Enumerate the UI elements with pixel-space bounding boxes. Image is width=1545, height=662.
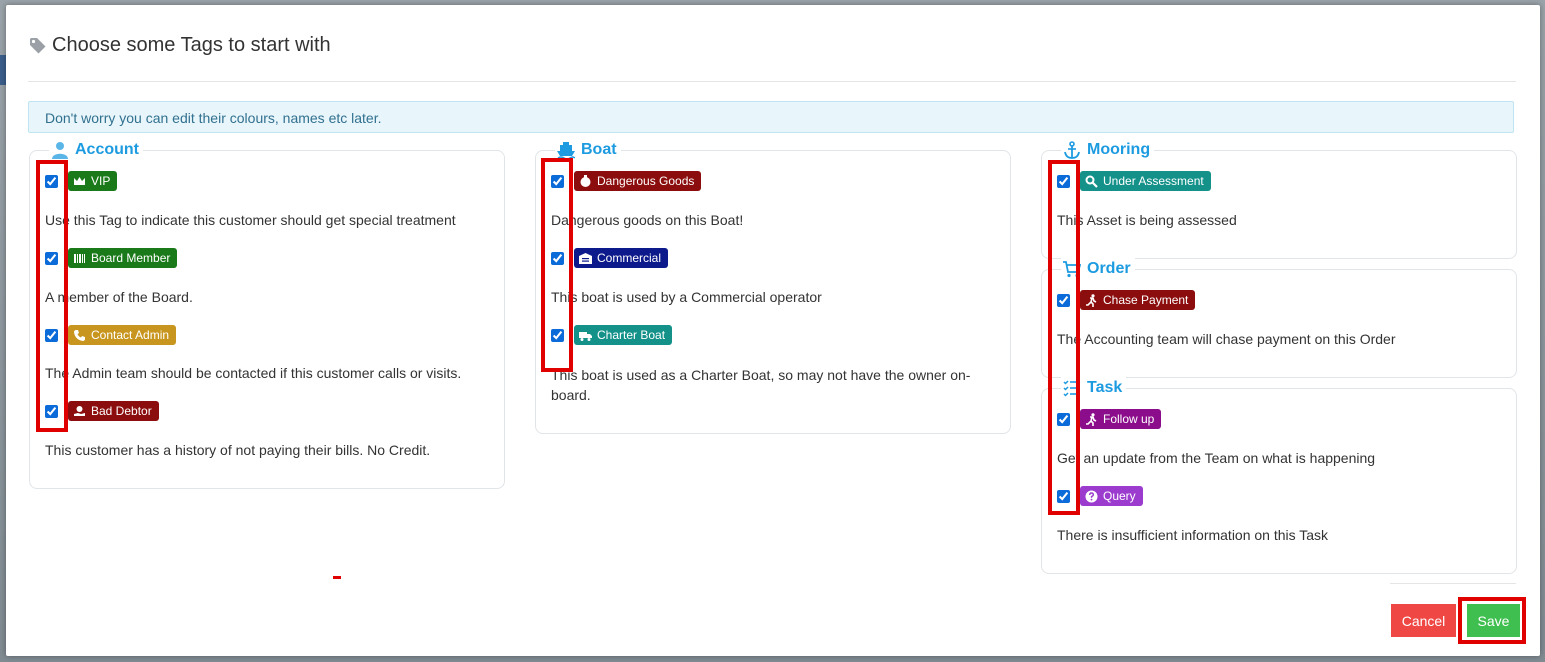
- anchor-icon: [1064, 141, 1080, 159]
- query-tag-label: Query: [1103, 489, 1136, 503]
- contact-admin-tag-label: Contact Admin: [91, 328, 170, 342]
- board-member-checkbox[interactable]: [45, 251, 58, 265]
- tag-row-dangerous-goods: Dangerous Goods: [551, 171, 702, 191]
- boat-title: Boat: [581, 141, 617, 158]
- charter-boat-tag: Charter Boat: [574, 325, 673, 345]
- tag-row-under-assessment: Under Assessment: [1057, 171, 1211, 191]
- query-tag: Query: [1080, 486, 1143, 506]
- running-icon: [1086, 293, 1097, 307]
- flask-icon: [580, 174, 591, 187]
- task-group: Task Follow up Get an update from the Te…: [1041, 377, 1517, 574]
- order-group: Order Chase Payment The Accounting team …: [1041, 258, 1517, 378]
- account-legend: Account: [49, 139, 143, 161]
- contact-admin-tag: Contact Admin: [68, 325, 177, 345]
- follow-up-tag-label: Follow up: [1103, 412, 1155, 426]
- truck-icon: [579, 331, 592, 341]
- vip-tag-label: VIP: [91, 174, 111, 188]
- charter-boat-checkbox[interactable]: [551, 328, 564, 342]
- chase-payment-tag-label: Chase Payment: [1103, 293, 1189, 307]
- commercial-description: This boat is used by a Commercial operat…: [551, 289, 822, 305]
- under-assessment-tag-label: Under Assessment: [1103, 174, 1204, 188]
- under-assessment-tag: Under Assessment: [1080, 171, 1211, 191]
- barcode-icon: [74, 253, 85, 263]
- tag-row-vip: VIP: [45, 171, 118, 191]
- follow-up-tag: Follow up: [1080, 409, 1162, 429]
- save-button[interactable]: Save: [1467, 604, 1520, 637]
- order-legend: Order: [1061, 258, 1135, 280]
- chase-payment-checkbox[interactable]: [1057, 293, 1070, 307]
- checklist-icon: [1063, 380, 1080, 397]
- choose-tags-dialog: Choose some Tags to start with Don't wor…: [6, 5, 1540, 656]
- dangerous-goods-tag-label: Dangerous Goods: [597, 174, 695, 188]
- commercial-tag-label: Commercial: [597, 251, 662, 265]
- chase-payment-description: The Accounting team will chase payment o…: [1057, 331, 1396, 347]
- tag-row-bad-debtor: Bad Debtor: [45, 401, 159, 421]
- footer-divider: [1390, 583, 1516, 584]
- contact-admin-checkbox[interactable]: [45, 328, 58, 342]
- tag-row-contact-admin: Contact Admin: [45, 325, 177, 345]
- tag-icon: [30, 38, 46, 54]
- tag-row-query: Query: [1057, 486, 1143, 506]
- account-title: Account: [75, 141, 139, 158]
- vip-tag: VIP: [68, 171, 118, 191]
- bad-debtor-description: This customer has a history of not payin…: [45, 442, 431, 458]
- boat-legend: Boat: [555, 139, 621, 161]
- under-assessment-description: This Asset is being assessed: [1057, 212, 1237, 228]
- warehouse-icon: [579, 252, 592, 264]
- cancel-button[interactable]: Cancel: [1391, 604, 1456, 637]
- board-member-tag: Board Member: [68, 248, 178, 268]
- follow-up-description: Get an update from the Team on what is h…: [1057, 450, 1376, 466]
- contact-admin-description: The Admin team should be contacted if th…: [45, 365, 462, 381]
- tag-row-charter-boat: Charter Boat: [551, 325, 673, 345]
- board-member-description: A member of the Board.: [45, 289, 193, 305]
- board-member-tag-label: Board Member: [91, 251, 171, 265]
- bad-debtor-tag-label: Bad Debtor: [91, 404, 152, 418]
- dialog-title: Choose some Tags to start with: [52, 34, 331, 56]
- tag-row-follow-up: Follow up: [1057, 409, 1162, 429]
- chase-payment-tag: Chase Payment: [1080, 290, 1196, 310]
- dangerous-goods-tag: Dangerous Goods: [574, 171, 702, 191]
- dangerous-goods-checkbox[interactable]: [551, 174, 564, 188]
- task-legend: Task: [1061, 377, 1127, 399]
- user-icon: [52, 142, 68, 159]
- vip-checkbox[interactable]: [45, 174, 58, 188]
- ship-icon: [557, 142, 575, 159]
- phone-icon: [74, 329, 85, 341]
- tag-row-chase-payment: Chase Payment: [1057, 290, 1196, 310]
- tag-row-commercial: Commercial: [551, 248, 669, 268]
- red-mark: [333, 576, 341, 579]
- commercial-checkbox[interactable]: [551, 251, 564, 265]
- mooring-legend: Mooring: [1061, 139, 1155, 161]
- follow-up-checkbox[interactable]: [1057, 412, 1070, 426]
- commercial-tag: Commercial: [574, 248, 669, 268]
- account-group: Account VIP Use this Tag to indicate thi…: [29, 139, 505, 489]
- bad-debtor-checkbox[interactable]: [45, 404, 58, 418]
- running-icon: [1086, 412, 1097, 426]
- query-description: There is insufficient information on thi…: [1057, 527, 1329, 543]
- info-alert: Don't worry you can edit their colours, …: [28, 101, 1514, 133]
- question-circle-icon: [1085, 490, 1098, 502]
- tag-row-board-member: Board Member: [45, 248, 178, 268]
- boat-group: Boat Dangerous Goods Dangerous goods on …: [535, 139, 1011, 434]
- under-assessment-checkbox[interactable]: [1057, 174, 1070, 188]
- cart-icon: [1063, 261, 1081, 278]
- charter-boat-description: This boat is used as a Charter Boat, so …: [551, 367, 971, 403]
- order-title: Order: [1087, 260, 1131, 277]
- crown-icon: [74, 176, 85, 185]
- dangerous-goods-description: Dangerous goods on this Boat!: [551, 212, 744, 228]
- charter-boat-tag-label: Charter Boat: [597, 328, 666, 342]
- bad-debtor-tag: Bad Debtor: [68, 401, 159, 421]
- search-icon: [1085, 175, 1098, 188]
- query-checkbox[interactable]: [1057, 489, 1070, 503]
- dialog-header: Choose some Tags to start with: [28, 31, 1516, 82]
- task-title: Task: [1087, 379, 1123, 396]
- hand-coin-icon: [74, 405, 85, 416]
- mooring-title: Mooring: [1087, 141, 1151, 158]
- vip-description: Use this Tag to indicate this customer s…: [45, 212, 456, 228]
- mooring-group: Mooring Under Assessment This Asset is b…: [1041, 139, 1517, 259]
